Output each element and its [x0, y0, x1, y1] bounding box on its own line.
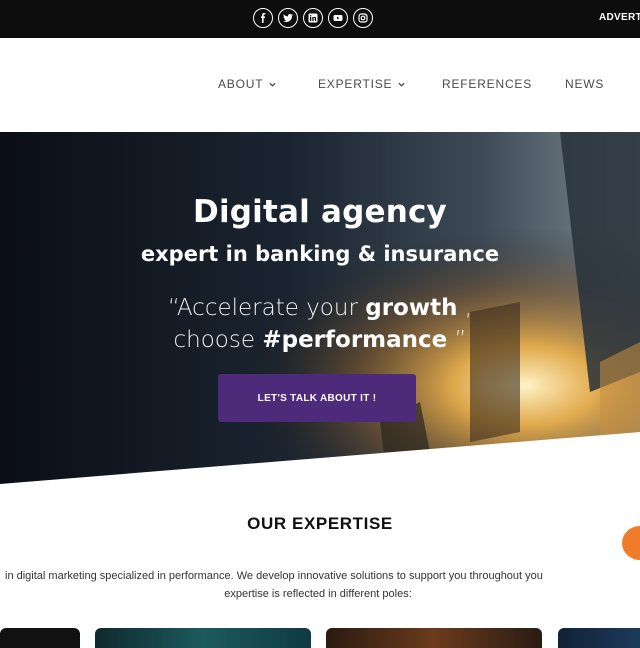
social-links — [253, 8, 373, 28]
hero-banner: Digital agency expert in banking & insur… — [0, 132, 640, 484]
top-bar: ADVERT — [0, 0, 640, 38]
main-nav: ABOUT EXPERTISE REFERENCES NEWS — [0, 38, 640, 133]
chevron-down-icon — [269, 82, 276, 87]
expertise-intro-line1: in digital marketing specialized in perf… — [5, 570, 543, 582]
nav-references-label: REFERENCES — [442, 77, 533, 91]
expertise-heading: OUR EXPERTISE — [247, 514, 393, 534]
hero-title: Digital agency — [193, 194, 447, 230]
nav-item-references[interactable]: REFERENCES — [442, 77, 532, 91]
hero-quote-line1: “Accelerate your growth , — [167, 295, 473, 321]
nav-about-label: ABOUT — [218, 77, 264, 91]
twitter-icon[interactable] — [278, 8, 298, 28]
youtube-icon[interactable] — [328, 8, 348, 28]
hero-quote-line2: choose #performance ” — [173, 327, 467, 353]
expertise-intro-line2: expertise is reflected in different pole… — [224, 588, 412, 600]
expertise-card[interactable] — [558, 628, 640, 648]
facebook-icon[interactable] — [253, 8, 273, 28]
instagram-icon[interactable] — [353, 8, 373, 28]
chevron-down-icon — [398, 82, 405, 87]
nav-expertise-label: EXPERTISE — [318, 77, 393, 91]
nav-item-expertise[interactable]: EXPERTISE — [318, 77, 405, 91]
linkedin-icon[interactable] — [303, 8, 323, 28]
expertise-card[interactable] — [326, 628, 542, 648]
expertise-card[interactable] — [95, 628, 311, 648]
nav-item-about[interactable]: ABOUT — [218, 77, 276, 91]
nav-news-label: NEWS — [565, 77, 605, 91]
lets-talk-button[interactable]: LET'S TALK ABOUT IT ! — [218, 374, 416, 422]
expertise-card[interactable] — [0, 628, 80, 648]
hero-subtitle: expert in banking & insurance — [140, 242, 500, 266]
advert-link[interactable]: ADVERT — [599, 12, 640, 23]
nav-item-news[interactable]: NEWS — [565, 77, 604, 91]
